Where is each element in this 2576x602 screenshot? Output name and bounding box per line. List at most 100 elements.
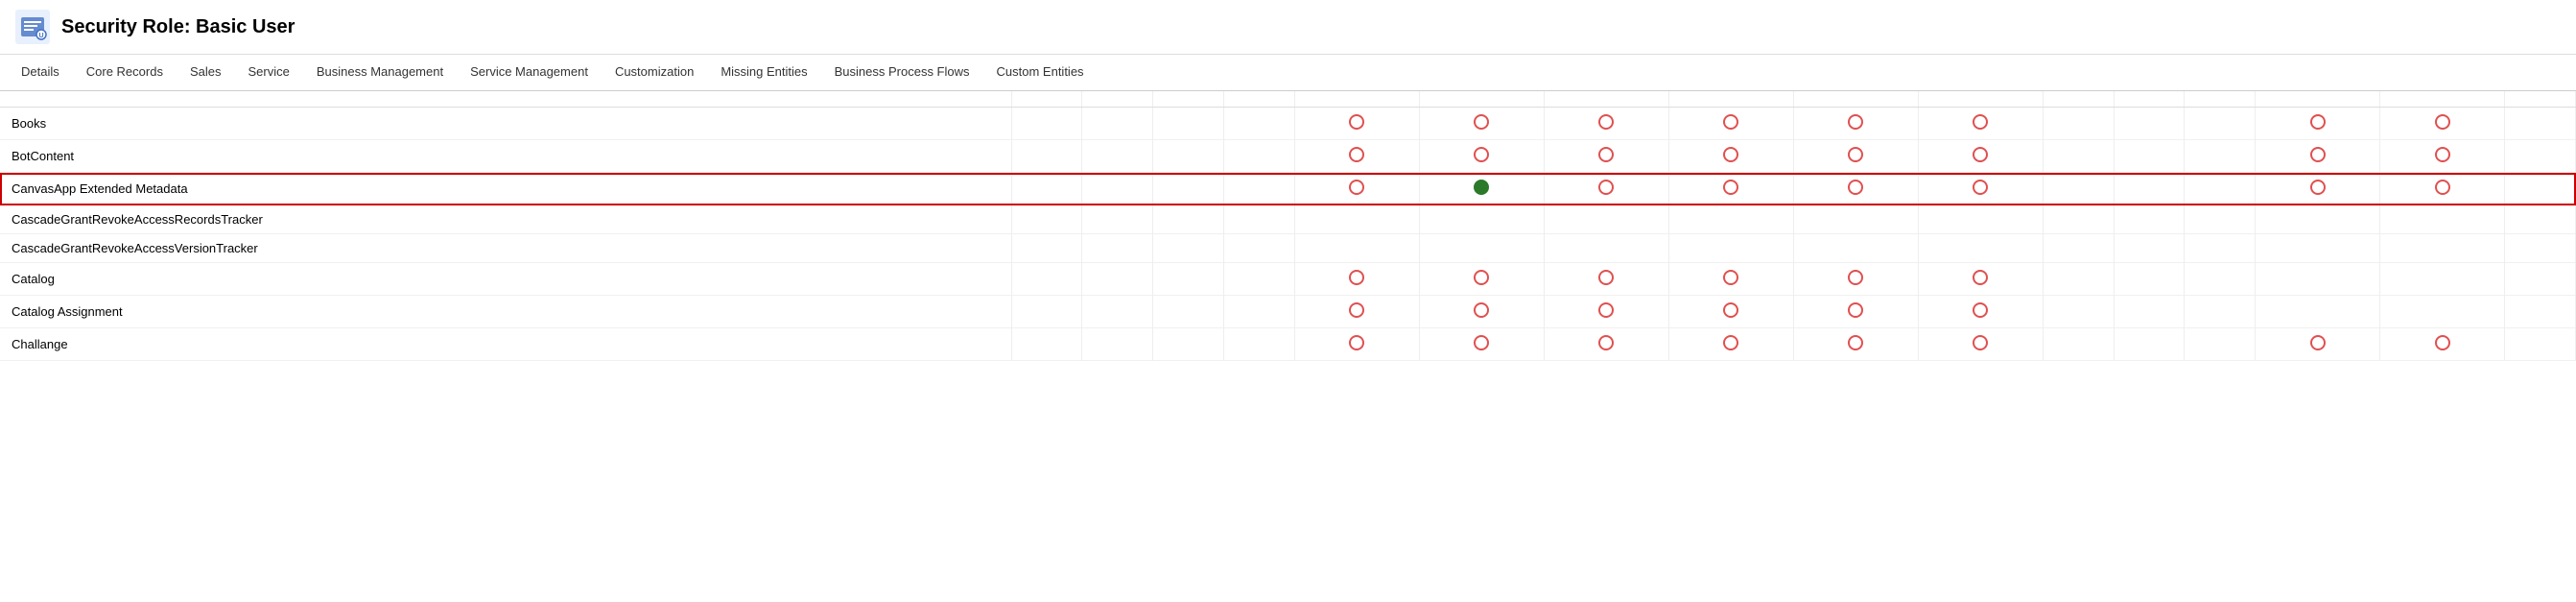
circle-empty-icon[interactable] <box>1973 270 1988 285</box>
tab-sales[interactable]: Sales <box>177 55 235 90</box>
circle-empty-icon[interactable] <box>2310 147 2326 162</box>
perm-cell-col15[interactable] <box>2380 263 2505 296</box>
perm-cell-col4[interactable] <box>1223 140 1294 173</box>
perm-cell-col7[interactable] <box>1544 205 1668 234</box>
circle-empty-icon[interactable] <box>1848 302 1863 318</box>
perm-cell-col3[interactable] <box>1153 108 1224 140</box>
perm-cell-col6[interactable] <box>1419 140 1544 173</box>
table-row[interactable]: CascadeGrantRevokeAccessRecordsTracker <box>0 205 2576 234</box>
tab-business-management[interactable]: Business Management <box>303 55 457 90</box>
perm-cell-col10[interactable] <box>1918 108 2043 140</box>
perm-cell-col6[interactable] <box>1419 108 1544 140</box>
tab-custom-entities[interactable]: Custom Entities <box>983 55 1098 90</box>
table-row[interactable]: Catalog Assignment <box>0 296 2576 328</box>
perm-cell-col3[interactable] <box>1153 205 1224 234</box>
perm-cell-col1[interactable] <box>1011 263 1082 296</box>
perm-cell-col15[interactable] <box>2380 296 2505 328</box>
perm-cell-col15[interactable] <box>2380 328 2505 361</box>
circle-empty-icon[interactable] <box>1349 270 1364 285</box>
circle-empty-icon[interactable] <box>1973 147 1988 162</box>
circle-full-icon[interactable] <box>1474 180 1489 195</box>
circle-empty-icon[interactable] <box>2435 114 2450 130</box>
circle-empty-icon[interactable] <box>1474 114 1489 130</box>
circle-empty-icon[interactable] <box>1723 270 1738 285</box>
perm-cell-col14[interactable] <box>2256 263 2380 296</box>
perm-cell-col7[interactable] <box>1544 140 1668 173</box>
tab-details[interactable]: Details <box>8 55 73 90</box>
perm-cell-col8[interactable] <box>1668 263 1793 296</box>
circle-empty-icon[interactable] <box>2310 335 2326 350</box>
perm-cell-col5[interactable] <box>1294 173 1419 205</box>
circle-empty-icon[interactable] <box>1598 270 1614 285</box>
perm-cell-col3[interactable] <box>1153 140 1224 173</box>
perm-cell-col8[interactable] <box>1668 234 1793 263</box>
perm-cell-col4[interactable] <box>1223 328 1294 361</box>
table-row[interactable]: Books <box>0 108 2576 140</box>
perm-cell-col2[interactable] <box>1082 140 1153 173</box>
circle-empty-icon[interactable] <box>2435 335 2450 350</box>
circle-empty-icon[interactable] <box>1349 335 1364 350</box>
perm-cell-col4[interactable] <box>1223 173 1294 205</box>
table-row[interactable]: BotContent <box>0 140 2576 173</box>
perm-cell-col5[interactable] <box>1294 205 1419 234</box>
perm-cell-col4[interactable] <box>1223 205 1294 234</box>
perm-cell-col10[interactable] <box>1918 173 2043 205</box>
circle-empty-icon[interactable] <box>1848 335 1863 350</box>
perm-cell-col2[interactable] <box>1082 234 1153 263</box>
perm-cell-col15[interactable] <box>2380 234 2505 263</box>
perm-cell-col13[interactable] <box>2185 328 2256 361</box>
circle-empty-icon[interactable] <box>1848 180 1863 195</box>
perm-cell-col5[interactable] <box>1294 328 1419 361</box>
perm-cell-col11[interactable] <box>2043 234 2114 263</box>
circle-empty-icon[interactable] <box>1723 147 1738 162</box>
circle-empty-icon[interactable] <box>1723 114 1738 130</box>
perm-cell-col8[interactable] <box>1668 173 1793 205</box>
perm-cell-col3[interactable] <box>1153 263 1224 296</box>
perm-cell-col14[interactable] <box>2256 205 2380 234</box>
perm-cell-col6[interactable] <box>1419 328 1544 361</box>
perm-cell-col11[interactable] <box>2043 173 2114 205</box>
perm-cell-col14[interactable] <box>2256 234 2380 263</box>
circle-empty-icon[interactable] <box>1723 302 1738 318</box>
perm-cell-col16[interactable] <box>2505 140 2576 173</box>
perm-cell-col14[interactable] <box>2256 108 2380 140</box>
circle-empty-icon[interactable] <box>1723 335 1738 350</box>
tab-service-management[interactable]: Service Management <box>457 55 602 90</box>
circle-empty-icon[interactable] <box>2310 180 2326 195</box>
circle-empty-icon[interactable] <box>1598 114 1614 130</box>
perm-cell-col13[interactable] <box>2185 205 2256 234</box>
circle-empty-icon[interactable] <box>1598 335 1614 350</box>
circle-empty-icon[interactable] <box>1848 114 1863 130</box>
perm-cell-col2[interactable] <box>1082 108 1153 140</box>
circle-empty-icon[interactable] <box>1349 180 1364 195</box>
table-row[interactable]: Challange <box>0 328 2576 361</box>
perm-cell-col7[interactable] <box>1544 328 1668 361</box>
tab-core-records[interactable]: Core Records <box>73 55 177 90</box>
perm-cell-col11[interactable] <box>2043 108 2114 140</box>
perm-cell-col13[interactable] <box>2185 296 2256 328</box>
circle-empty-icon[interactable] <box>1973 180 1988 195</box>
perm-cell-col8[interactable] <box>1668 140 1793 173</box>
perm-cell-col9[interactable] <box>1793 296 1918 328</box>
perm-cell-col11[interactable] <box>2043 296 2114 328</box>
perm-cell-col2[interactable] <box>1082 296 1153 328</box>
perm-cell-col5[interactable] <box>1294 263 1419 296</box>
perm-cell-col4[interactable] <box>1223 108 1294 140</box>
perm-cell-col15[interactable] <box>2380 173 2505 205</box>
perm-cell-col9[interactable] <box>1793 205 1918 234</box>
circle-empty-icon[interactable] <box>1349 147 1364 162</box>
perm-cell-col13[interactable] <box>2185 263 2256 296</box>
perm-cell-col16[interactable] <box>2505 205 2576 234</box>
perm-cell-col7[interactable] <box>1544 173 1668 205</box>
circle-empty-icon[interactable] <box>1474 270 1489 285</box>
perm-cell-col5[interactable] <box>1294 234 1419 263</box>
perm-cell-col12[interactable] <box>2114 263 2185 296</box>
circle-empty-icon[interactable] <box>1973 335 1988 350</box>
perm-cell-col3[interactable] <box>1153 296 1224 328</box>
table-row[interactable]: Catalog <box>0 263 2576 296</box>
perm-cell-col10[interactable] <box>1918 328 2043 361</box>
table-row[interactable]: CanvasApp Extended Metadata <box>0 173 2576 205</box>
perm-cell-col2[interactable] <box>1082 173 1153 205</box>
perm-cell-col7[interactable] <box>1544 234 1668 263</box>
circle-empty-icon[interactable] <box>1598 147 1614 162</box>
